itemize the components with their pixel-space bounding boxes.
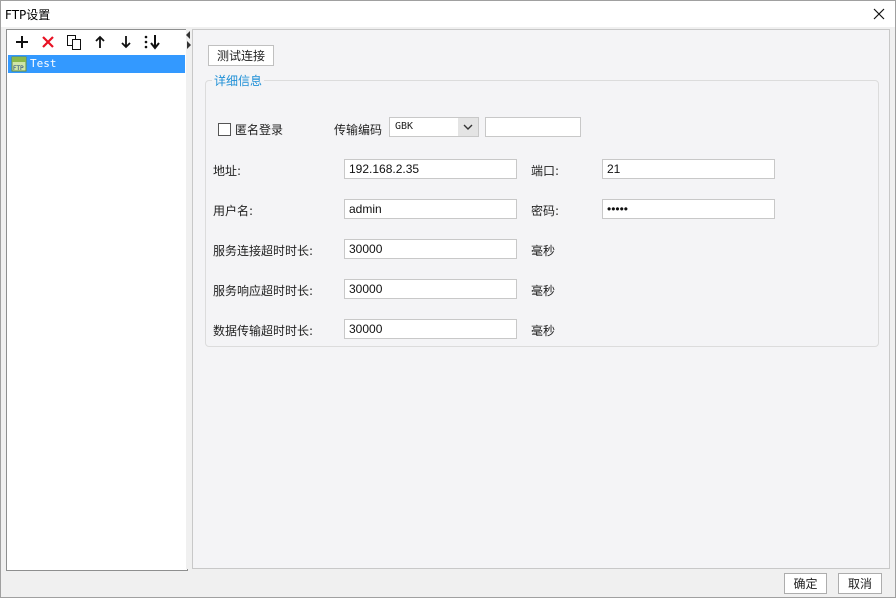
plus-icon [16,36,28,48]
chevron-down-icon [463,124,473,130]
ftp-settings-dialog: FTP设置 FTP Test 测试连接 详细信息 匿名登录 传输编码 GBK 地… [0,0,896,598]
sort-button[interactable] [141,32,163,52]
connect-timeout-unit: 毫秒 [531,244,556,258]
move-up-button[interactable] [89,32,111,52]
encoding-label: 传输编码 [334,123,383,137]
username-input[interactable] [344,199,517,219]
arrow-up-icon [95,35,105,48]
list-toolbar [7,30,187,54]
tree-item-test[interactable]: FTP Test [8,55,185,73]
tree-item-label: Test [30,57,57,70]
encoding-extra-input[interactable] [485,117,581,137]
arrow-down-icon [121,36,131,49]
response-timeout-label: 服务响应超时时长: [213,284,314,298]
close-button[interactable] [867,2,891,26]
connect-timeout-label: 服务连接超时时长: [213,244,314,258]
group-title: 详细信息 [212,72,265,89]
address-label: 地址: [213,164,242,178]
address-input[interactable] [344,159,517,179]
password-input[interactable] [602,199,775,219]
encoding-value: GBK [395,121,414,132]
delete-button[interactable] [37,32,59,52]
add-button[interactable] [11,32,33,52]
details-group: 详细信息 匿名登录 传输编码 GBK 地址: 端口: 用户名: 密码: [205,72,879,347]
test-connection-button[interactable]: 测试连接 [208,45,274,66]
ok-button[interactable]: 确定 [784,573,827,594]
move-down-button[interactable] [115,32,137,52]
copy-button[interactable] [63,32,85,52]
port-input[interactable] [602,159,775,179]
ftp-detail-panel: 测试连接 详细信息 匿名登录 传输编码 GBK 地址: 端口: 用户名: 密 [192,29,890,569]
port-label: 端口: [531,164,560,178]
encoding-select[interactable]: GBK [389,117,479,137]
ftp-list-panel: FTP Test [6,29,188,571]
anonymous-login-label: 匿名登录 [235,123,284,137]
svg-text:FTP: FTP [13,65,24,72]
dropdown-toggle[interactable] [458,118,478,136]
sort-icon [144,35,160,50]
window-title: FTP设置 [5,8,51,22]
transfer-timeout-label: 数据传输超时时长: [213,324,314,338]
title-bar: FTP设置 [1,1,895,27]
anonymous-login-checkbox[interactable] [218,123,231,136]
close-icon [873,8,885,20]
transfer-timeout-unit: 毫秒 [531,324,556,338]
transfer-timeout-input[interactable] [344,319,517,339]
password-label: 密码: [531,204,560,218]
username-label: 用户名: [213,204,254,218]
response-timeout-unit: 毫秒 [531,284,556,298]
connect-timeout-input[interactable] [344,239,517,259]
ftp-server-icon: FTP [11,56,27,72]
delete-icon [42,36,54,48]
copy-icon [67,35,81,50]
cancel-button[interactable]: 取消 [838,573,882,594]
response-timeout-input[interactable] [344,279,517,299]
